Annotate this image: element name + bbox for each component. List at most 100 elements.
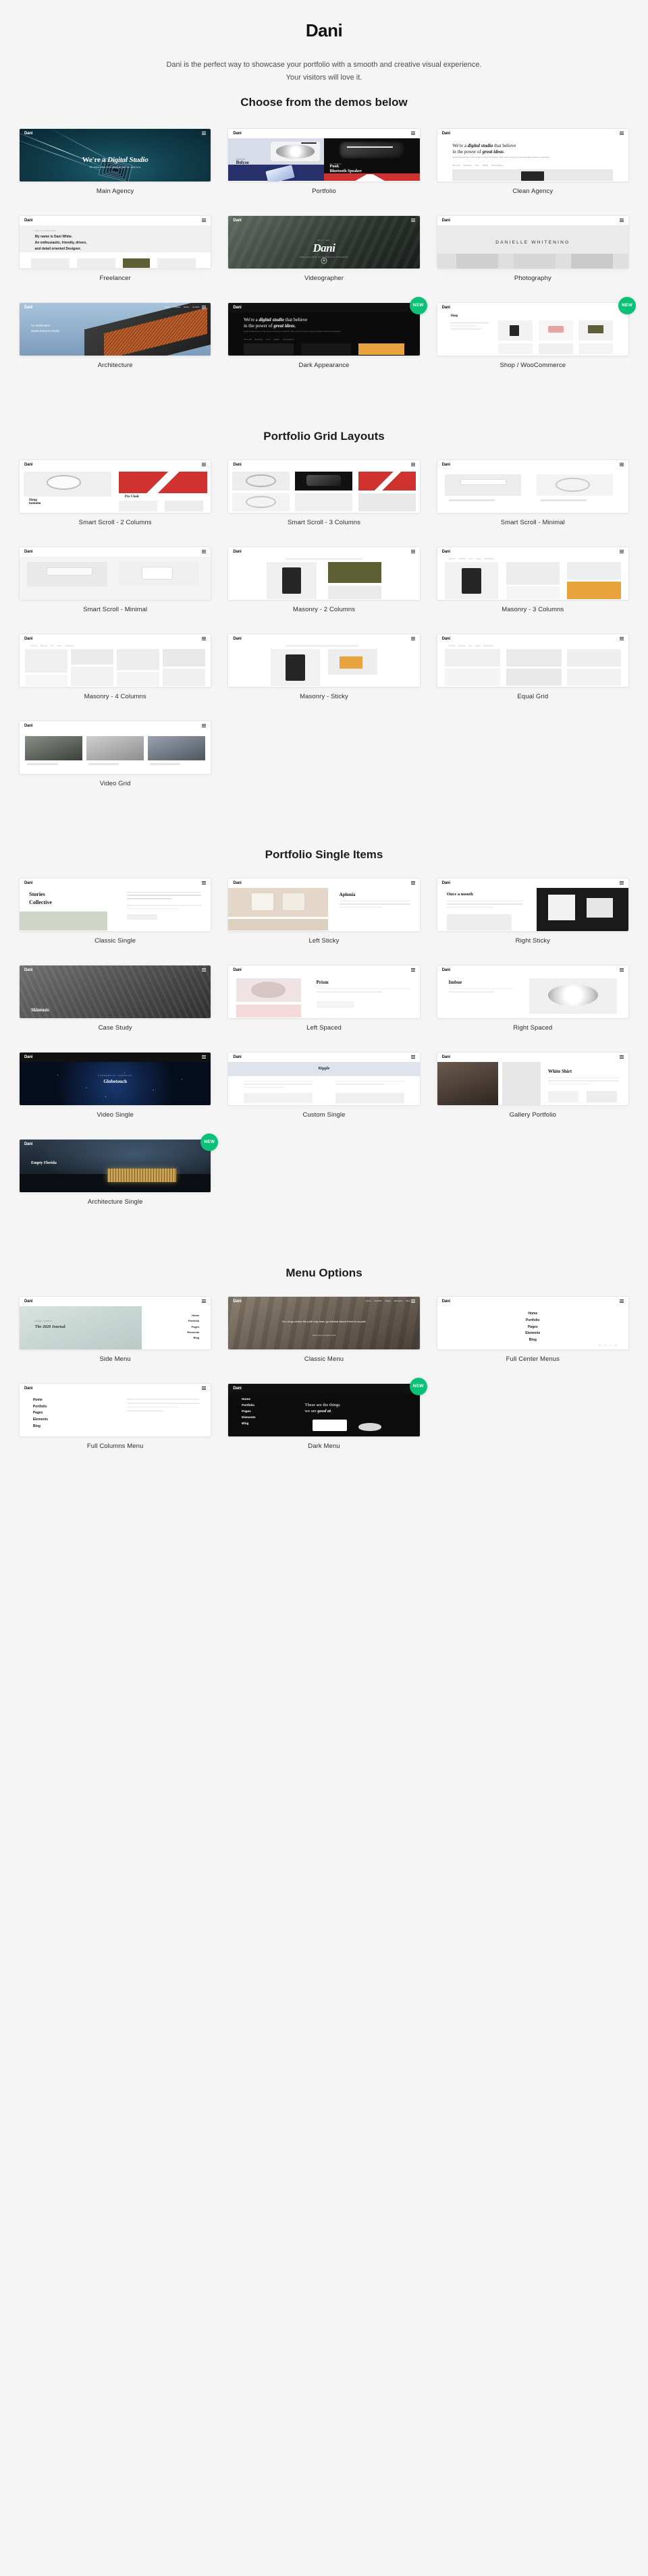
- demo-card-label: Right Sticky: [515, 936, 550, 945]
- demo-card-wrapper[interactable]: Dani Smart Scroll - Minimal: [429, 459, 637, 547]
- demo-card-wrapper[interactable]: Dani Prism Left Spaced: [219, 964, 428, 1052]
- demo-card-preview[interactable]: Dani SAMSUNG Belyse SOL REPUBLIC Punk Bl…: [227, 128, 421, 182]
- demo-card-preview[interactable]: Dani We're a digital studio that believe…: [227, 302, 421, 356]
- demo-card-preview[interactable]: Dani Ripple: [227, 1051, 421, 1106]
- demo-card-preview[interactable]: Dani: [19, 720, 212, 775]
- demo-card-preview[interactable]: Dani Aplonia: [227, 877, 421, 932]
- hamburger-icon[interactable]: [202, 306, 207, 309]
- mini-browser: Dani Empty Florida: [20, 1139, 211, 1192]
- demo-card-preview[interactable]: Dani: [19, 546, 212, 600]
- demo-card-wrapper[interactable]: Dani Skintosis Case Study: [11, 964, 219, 1052]
- demo-card-preview[interactable]: Dani Home Portfolio Pages Elements Blog Fb Tw…: [436, 1295, 629, 1350]
- hamburger-icon[interactable]: [619, 881, 624, 885]
- hamburger-icon[interactable]: [202, 968, 207, 972]
- demo-card-preview[interactable]: Dani Do not go where the path may lead, …: [227, 1295, 421, 1350]
- demo-card-preview[interactable]: Dani Stories Collective: [19, 877, 212, 932]
- demo-card-wrapper[interactable]: We're a Digital Studio We know what we'r…: [11, 128, 219, 215]
- demo-card-wrapper[interactable]: Dani READ LATEST The 2020 Journal Home Po…: [11, 1295, 219, 1383]
- demo-card-preview[interactable]: Dani Hang komono Pro Chair: [19, 459, 212, 513]
- demo-card-wrapper[interactable]: NEW Dani Home Portfolio Pages Elements Blog T…: [219, 1377, 428, 1470]
- demo-card-wrapper[interactable]: Dani HELLO EVERYONE My name is Dani Whit…: [11, 215, 219, 302]
- demo-card-preview[interactable]: Dani: [436, 459, 629, 513]
- demo-card-wrapper[interactable]: Dani SAMSUNG Belyse SOL REPUBLIC Punk Bl…: [219, 128, 428, 215]
- demo-card-wrapper[interactable]: NEW Dani Shop Shop / WooCommerce: [429, 296, 637, 389]
- demo-card-preview[interactable]: Dani We're a digital studio that believe…: [436, 128, 629, 182]
- demo-card-preview[interactable]: Dani HELLO EVERYONE My name is Dani Whit…: [19, 215, 212, 269]
- hamburger-icon[interactable]: [202, 724, 207, 727]
- demo-card-preview[interactable]: Dani Skintosis: [19, 964, 212, 1019]
- demo-card-preview[interactable]: Dani White Shirt: [436, 1051, 629, 1106]
- demo-card-preview[interactable]: Dani COMMERCIAL CAMPAIGN Globetouch: [19, 1051, 212, 1106]
- hamburger-icon[interactable]: [410, 550, 415, 553]
- hamburger-icon[interactable]: [619, 219, 624, 222]
- hamburger-icon[interactable]: [619, 463, 624, 466]
- hamburger-icon[interactable]: [410, 881, 415, 885]
- hamburger-icon[interactable]: [202, 219, 207, 222]
- demo-card-wrapper[interactable]: Hi! I am Dani SPECIALIZED IN BUSINESS CO…: [219, 215, 428, 302]
- demo-card-preview[interactable]: Dani Prism: [227, 964, 421, 1019]
- demo-card-wrapper[interactable]: Dani Show all Branding Print Digital Photogr…: [429, 546, 637, 634]
- hamburger-icon[interactable]: [202, 881, 207, 885]
- demo-card-wrapper[interactable]: NEW Dani Empty Florida Architecture Singl…: [11, 1133, 219, 1226]
- demo-card-preview[interactable]: Dani: [227, 546, 421, 600]
- hamburger-icon[interactable]: [202, 132, 207, 135]
- demo-card-wrapper[interactable]: Dani Masonry - 2 Columns: [219, 546, 428, 634]
- demo-card-preview[interactable]: Dani Home Portfolio Pages Elements Blog: [19, 1382, 212, 1437]
- demo-card-preview[interactable]: Dani An architecture Studio based in Dub…: [19, 302, 212, 356]
- hamburger-icon[interactable]: [619, 637, 624, 640]
- hamburger-icon[interactable]: [410, 1055, 415, 1059]
- demo-card-wrapper[interactable]: Dani Show all Branding Print Digital Photogr…: [429, 633, 637, 721]
- hamburger-icon[interactable]: [202, 463, 207, 466]
- demo-card-preview[interactable]: Dani: [227, 459, 421, 513]
- hamburger-icon[interactable]: [410, 219, 415, 222]
- demo-card-wrapper[interactable]: Dani Do not go where the path may lead, …: [219, 1295, 428, 1383]
- hamburger-icon[interactable]: [202, 1387, 207, 1390]
- demo-card-preview[interactable]: Dani DANIELLE WHITENING: [436, 215, 629, 269]
- demo-card-wrapper[interactable]: Dani Home Portfolio Pages Elements Blog Full…: [11, 1382, 219, 1470]
- demo-card-wrapper[interactable]: Dani Video Grid: [11, 720, 219, 808]
- demo-card-wrapper[interactable]: Dani Imbue Right Spaced: [429, 964, 637, 1052]
- demo-card-wrapper[interactable]: Dani Hang komono Pro Chair Smart Scroll -…: [11, 459, 219, 547]
- hamburger-icon[interactable]: [410, 463, 415, 466]
- demo-card-preview[interactable]: Dani Show all Branding Print Digital Photogr…: [436, 633, 629, 688]
- hamburger-icon[interactable]: [410, 968, 415, 972]
- hamburger-icon[interactable]: [410, 132, 415, 135]
- hamburger-icon[interactable]: [410, 637, 415, 640]
- demo-card-wrapper[interactable]: Dani Home Portfolio Pages Elements Blog Fb Tw…: [429, 1295, 637, 1383]
- demo-card-wrapper[interactable]: NEW Dani We're a digital studio that beli…: [219, 296, 428, 389]
- demo-card-wrapper[interactable]: Dani An architecture Studio based in Dub…: [11, 302, 219, 389]
- hamburger-icon[interactable]: [202, 637, 207, 640]
- hamburger-icon[interactable]: [202, 1299, 207, 1303]
- demo-card-preview[interactable]: Hi! I am Dani SPECIALIZED IN BUSINESS CO…: [227, 215, 421, 269]
- demo-card-wrapper[interactable]: Dani Show all Branding Print Digital Photogr…: [11, 633, 219, 721]
- hamburger-icon[interactable]: [202, 1055, 207, 1059]
- demo-card-wrapper[interactable]: Dani DANIELLE WHITENING Photography: [429, 215, 637, 302]
- demo-card-preview[interactable]: Dani Show all Branding Print Digital Photogr…: [436, 546, 629, 600]
- demo-card-preview[interactable]: Dani Home Portfolio Pages Elements Blog Thes…: [227, 1382, 421, 1437]
- demo-card-wrapper[interactable]: Dani Ripple Custom Single: [219, 1051, 428, 1139]
- hamburger-icon[interactable]: [619, 550, 624, 553]
- hamburger-icon[interactable]: [619, 132, 624, 135]
- demo-card-wrapper[interactable]: Dani We're a digital studio that believe…: [429, 128, 637, 215]
- demo-card-wrapper[interactable]: Dani Once a month Right Sticky: [429, 877, 637, 965]
- hamburger-icon[interactable]: [619, 1299, 624, 1303]
- demo-card-preview[interactable]: Dani Show all Branding Print Digital Photogr…: [19, 633, 212, 688]
- demo-card-preview[interactable]: Dani Imbue: [436, 964, 629, 1019]
- hamburger-icon[interactable]: [619, 1055, 624, 1059]
- demo-card-preview[interactable]: We're a Digital Studio We know what we'r…: [19, 128, 212, 182]
- demo-card-wrapper[interactable]: Dani Smart Scroll - Minimal: [11, 546, 219, 634]
- demo-card-preview[interactable]: Dani Once a month: [436, 877, 629, 932]
- demo-card-preview[interactable]: Dani Empty Florida: [19, 1138, 212, 1193]
- demo-card-preview[interactable]: Dani Shop: [436, 302, 629, 356]
- demo-card-wrapper[interactable]: Dani Aplonia Left Sticky: [219, 877, 428, 965]
- hamburger-icon[interactable]: [410, 1299, 415, 1303]
- hamburger-icon[interactable]: [619, 968, 624, 972]
- demo-card-wrapper[interactable]: Dani White Shirt Gallery Portfolio: [429, 1051, 637, 1139]
- demo-card-preview[interactable]: Dani READ LATEST The 2020 Journal Home Po…: [19, 1295, 212, 1350]
- hamburger-icon[interactable]: [202, 550, 207, 553]
- demo-card-wrapper[interactable]: Dani Stories Collective Classic Single: [11, 877, 219, 965]
- demo-card-preview[interactable]: Dani: [227, 633, 421, 688]
- demo-card-wrapper[interactable]: Dani Masonry - Sticky: [219, 633, 428, 721]
- demo-card-wrapper[interactable]: Dani Smart Scroll - 3 Columns: [219, 459, 428, 547]
- demo-card-wrapper[interactable]: Dani COMMERCIAL CAMPAIGN Globetouch Vide…: [11, 1051, 219, 1139]
